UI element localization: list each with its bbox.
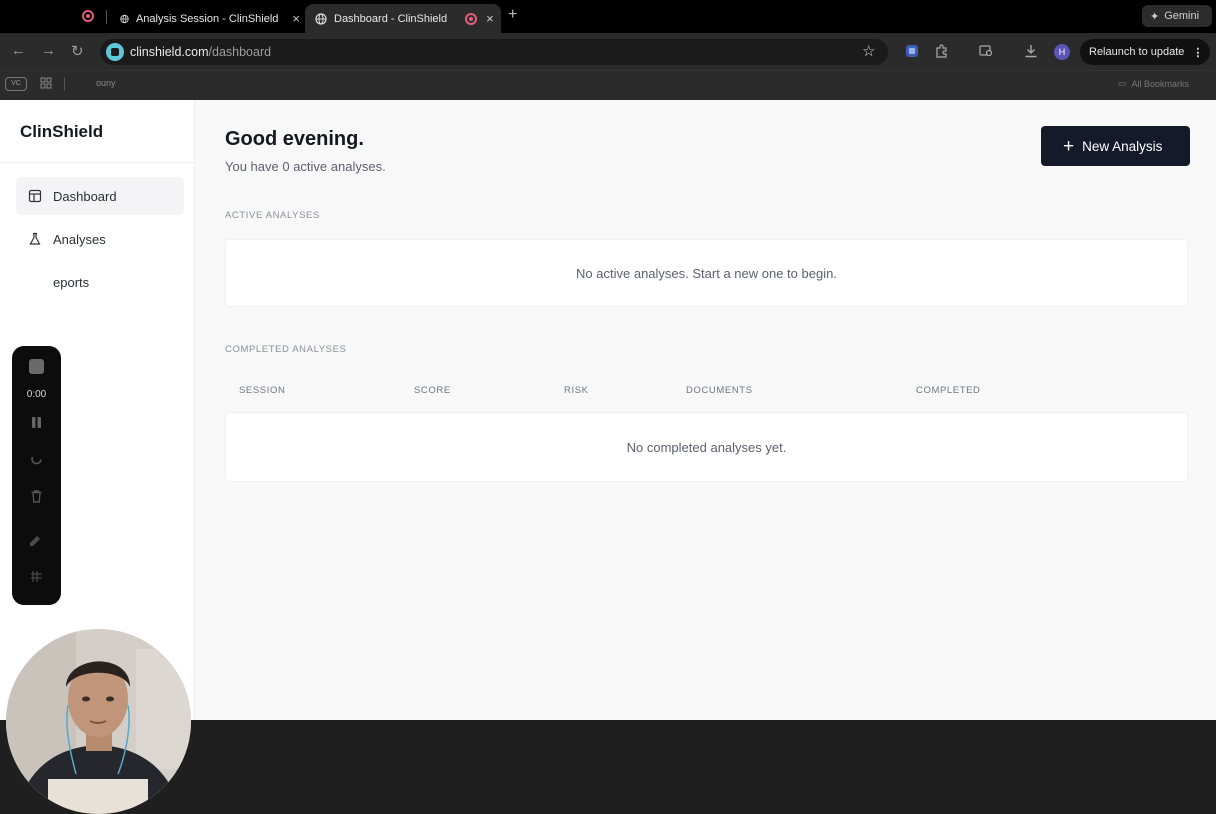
completed-empty-text: No completed analyses yet.	[626, 439, 787, 455]
flask-icon	[29, 232, 41, 245]
webcam-feed-image	[6, 629, 191, 814]
dashboard-icon	[28, 189, 42, 203]
column-header-documents[interactable]: DOCUMENTS	[686, 385, 753, 396]
folder-icon: ▭	[1118, 78, 1127, 88]
column-header-score[interactable]: SCORE	[414, 385, 451, 396]
more-menu-icon[interactable]: ⋮	[1192, 46, 1203, 59]
new-tab-button[interactable]: +	[508, 6, 517, 24]
column-header-completed[interactable]: COMPLETED	[916, 385, 981, 396]
recording-timer: 0:00	[26, 389, 47, 400]
all-bookmarks-label: All Bookmarks	[1131, 78, 1190, 89]
globe-icon	[315, 12, 327, 25]
bookmark-item[interactable]: ouny	[96, 78, 116, 88]
column-header-session[interactable]: SESSION	[239, 385, 285, 396]
url-domain: clinshield.com	[130, 45, 209, 59]
tab-close-icon[interactable]: ×	[486, 11, 494, 26]
extension-icon[interactable]	[905, 44, 919, 58]
relaunch-label: Relaunch to update	[1089, 46, 1185, 58]
active-analyses-empty-card: No active analyses. Start a new one to b…	[225, 239, 1188, 307]
drag-handle-icon[interactable]	[28, 568, 45, 585]
bookmark-vc[interactable]: VC	[5, 77, 27, 91]
globe-icon	[120, 14, 129, 23]
restart-icon[interactable]	[28, 451, 45, 468]
sidebar-item-analyses[interactable]: Analyses	[16, 220, 184, 258]
recording-indicator-icon	[82, 10, 94, 22]
url-text: clinshield.com/dashboard	[130, 45, 271, 59]
tab-analysis-session[interactable]: Analysis Session - ClinShield ×	[110, 4, 300, 33]
bookmark-separator	[64, 77, 65, 91]
tab-title: Dashboard - ClinShield	[334, 12, 448, 25]
gemini-button[interactable]: ✦ Gemini	[1142, 5, 1212, 27]
active-empty-text: No active analyses. Start a new one to b…	[576, 265, 837, 281]
sidebar-item-reports[interactable]: eports	[16, 263, 184, 301]
plus-icon: +	[1063, 135, 1075, 157]
site-info-icon[interactable]	[106, 43, 124, 61]
puzzle-extensions-icon[interactable]	[935, 44, 949, 58]
browser-tab-bar: Analysis Session - ClinShield × Dashboar…	[0, 0, 1216, 33]
pause-icon[interactable]	[28, 414, 45, 431]
active-analyses-heading: ACTIVE ANALYSES	[225, 210, 320, 221]
forward-icon[interactable]: →	[41, 42, 56, 59]
relaunch-update-button[interactable]: Relaunch to update ⋮	[1080, 39, 1210, 65]
sidebar-item-label: eports	[53, 274, 90, 290]
sidebar-divider	[0, 162, 195, 163]
brand-logo-text[interactable]: ClinShield	[20, 122, 103, 142]
browser-toolbar: ← → ↻ clinshield.com/dashboard ☆ H Relau…	[0, 33, 1216, 70]
completed-analyses-empty-card: No completed analyses yet.	[225, 412, 1188, 482]
page-title: Good evening.	[225, 128, 364, 150]
new-analysis-label: New Analysis	[1082, 138, 1163, 154]
bookmarks-bar: VC ouny ▭ All Bookmarks	[0, 70, 1216, 100]
app-viewport: ClinShield Dashboard Analyses eports Goo…	[0, 100, 1216, 814]
sidebar-item-dashboard[interactable]: Dashboard	[16, 177, 184, 215]
tab-title: Analysis Session - ClinShield	[135, 12, 279, 25]
tab-separator	[106, 10, 107, 24]
screen-recorder-panel: 0:00	[12, 346, 61, 605]
bookmark-star-icon[interactable]: ☆	[862, 42, 875, 60]
sidebar-item-label: Analyses	[53, 231, 106, 247]
gemini-label: Gemini	[1164, 10, 1200, 22]
main-content: Good evening. You have 0 active analyses…	[195, 100, 1216, 720]
tab-close-icon[interactable]: ×	[292, 11, 300, 26]
draw-pen-icon[interactable]	[28, 532, 45, 549]
page-subtitle: You have 0 active analyses.	[225, 159, 386, 174]
tab-dashboard[interactable]: Dashboard - ClinShield ×	[305, 4, 501, 33]
stop-recording-button[interactable]	[29, 359, 44, 374]
address-bar[interactable]: clinshield.com/dashboard ☆	[100, 39, 888, 65]
url-path: /dashboard	[208, 45, 272, 59]
column-header-risk[interactable]: RISK	[564, 385, 589, 396]
tab-search-icon[interactable]	[979, 44, 993, 58]
sidebar-item-label: Dashboard	[53, 188, 117, 204]
new-analysis-button[interactable]: + New Analysis	[1041, 126, 1190, 166]
trash-icon[interactable]	[28, 488, 45, 505]
webcam-overlay[interactable]	[6, 629, 191, 814]
download-icon[interactable]	[1024, 44, 1038, 58]
completed-analyses-heading: COMPLETED ANALYSES	[225, 344, 347, 355]
apps-grid-icon[interactable]	[40, 77, 52, 89]
sparkle-icon: ✦	[1150, 10, 1160, 23]
profile-avatar[interactable]: H	[1054, 44, 1070, 60]
all-bookmarks-button[interactable]: ▭ All Bookmarks	[1118, 78, 1189, 89]
back-icon[interactable]: ←	[11, 42, 26, 59]
reload-icon[interactable]: ↻	[71, 42, 84, 60]
recording-indicator-icon	[465, 12, 478, 25]
